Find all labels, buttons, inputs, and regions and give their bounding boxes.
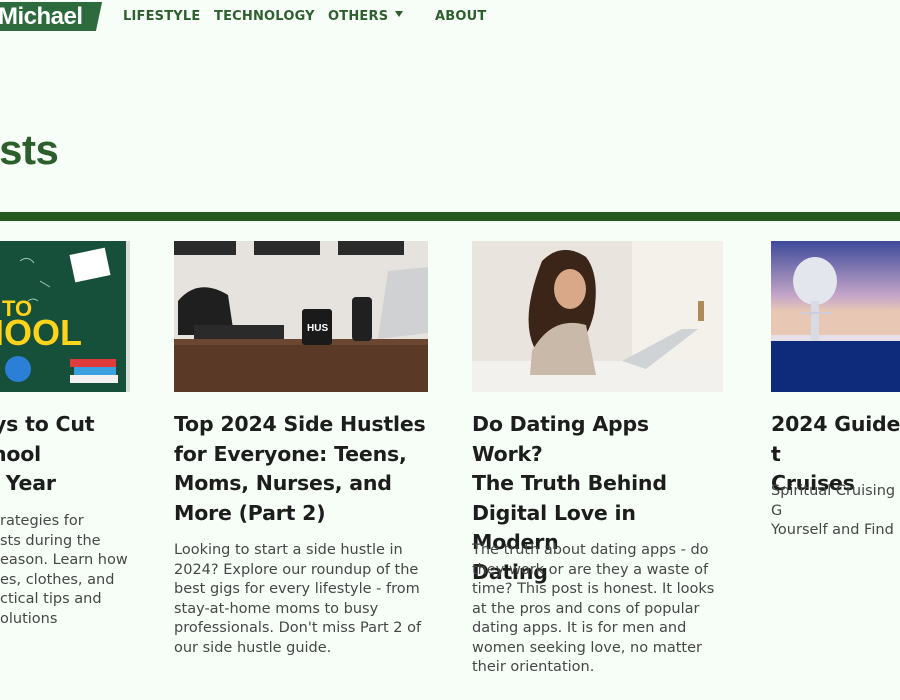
nav-item-about[interactable]: ABOUT xyxy=(435,9,486,24)
post-card[interactable]: 2024 Guide t Cruises Spiritual Cruising … xyxy=(771,241,900,541)
chevron-down-icon[interactable] xyxy=(395,11,403,17)
post-thumbnail-side-hustle[interactable]: HUS xyxy=(174,241,428,392)
svg-text:HUS: HUS xyxy=(307,323,328,334)
site-logo[interactable]: Michael xyxy=(0,2,103,31)
section-heading: osts xyxy=(0,126,59,173)
nav-item-technology[interactable]: TECHNOLOGY xyxy=(214,9,315,24)
post-excerpt: Spiritual Cruising G Yourself and Find I xyxy=(771,483,896,538)
post-excerpt: Looking to start a side hustle in 2024? … xyxy=(174,542,422,656)
nav-item-others[interactable]: OTHERS xyxy=(328,9,388,24)
section-divider xyxy=(0,212,900,221)
svg-text:IOOL: IOOL xyxy=(0,312,82,353)
post-title[interactable]: ays to Cut chool is Year xyxy=(0,410,95,499)
post-excerpt: The truth about dating apps - do they wo… xyxy=(472,542,715,675)
post-thumbnail-back-to-school[interactable]: TO IOOL xyxy=(0,241,130,392)
post-excerpt: rategies for sts during the eason. Learn… xyxy=(0,513,128,627)
nav-item-lifestyle[interactable]: LIFESTYLE xyxy=(123,9,201,24)
post-title[interactable]: Top 2024 Side Hustles for Everyone: Teen… xyxy=(174,410,426,528)
top-navigation: Michael LIFESTYLE TECHNOLOGY OTHERS ABOU… xyxy=(0,0,900,34)
post-thumbnail-cruises[interactable] xyxy=(771,241,900,392)
logo-text: Michael xyxy=(0,3,83,30)
post-thumbnail-dating-apps[interactable] xyxy=(472,241,723,392)
